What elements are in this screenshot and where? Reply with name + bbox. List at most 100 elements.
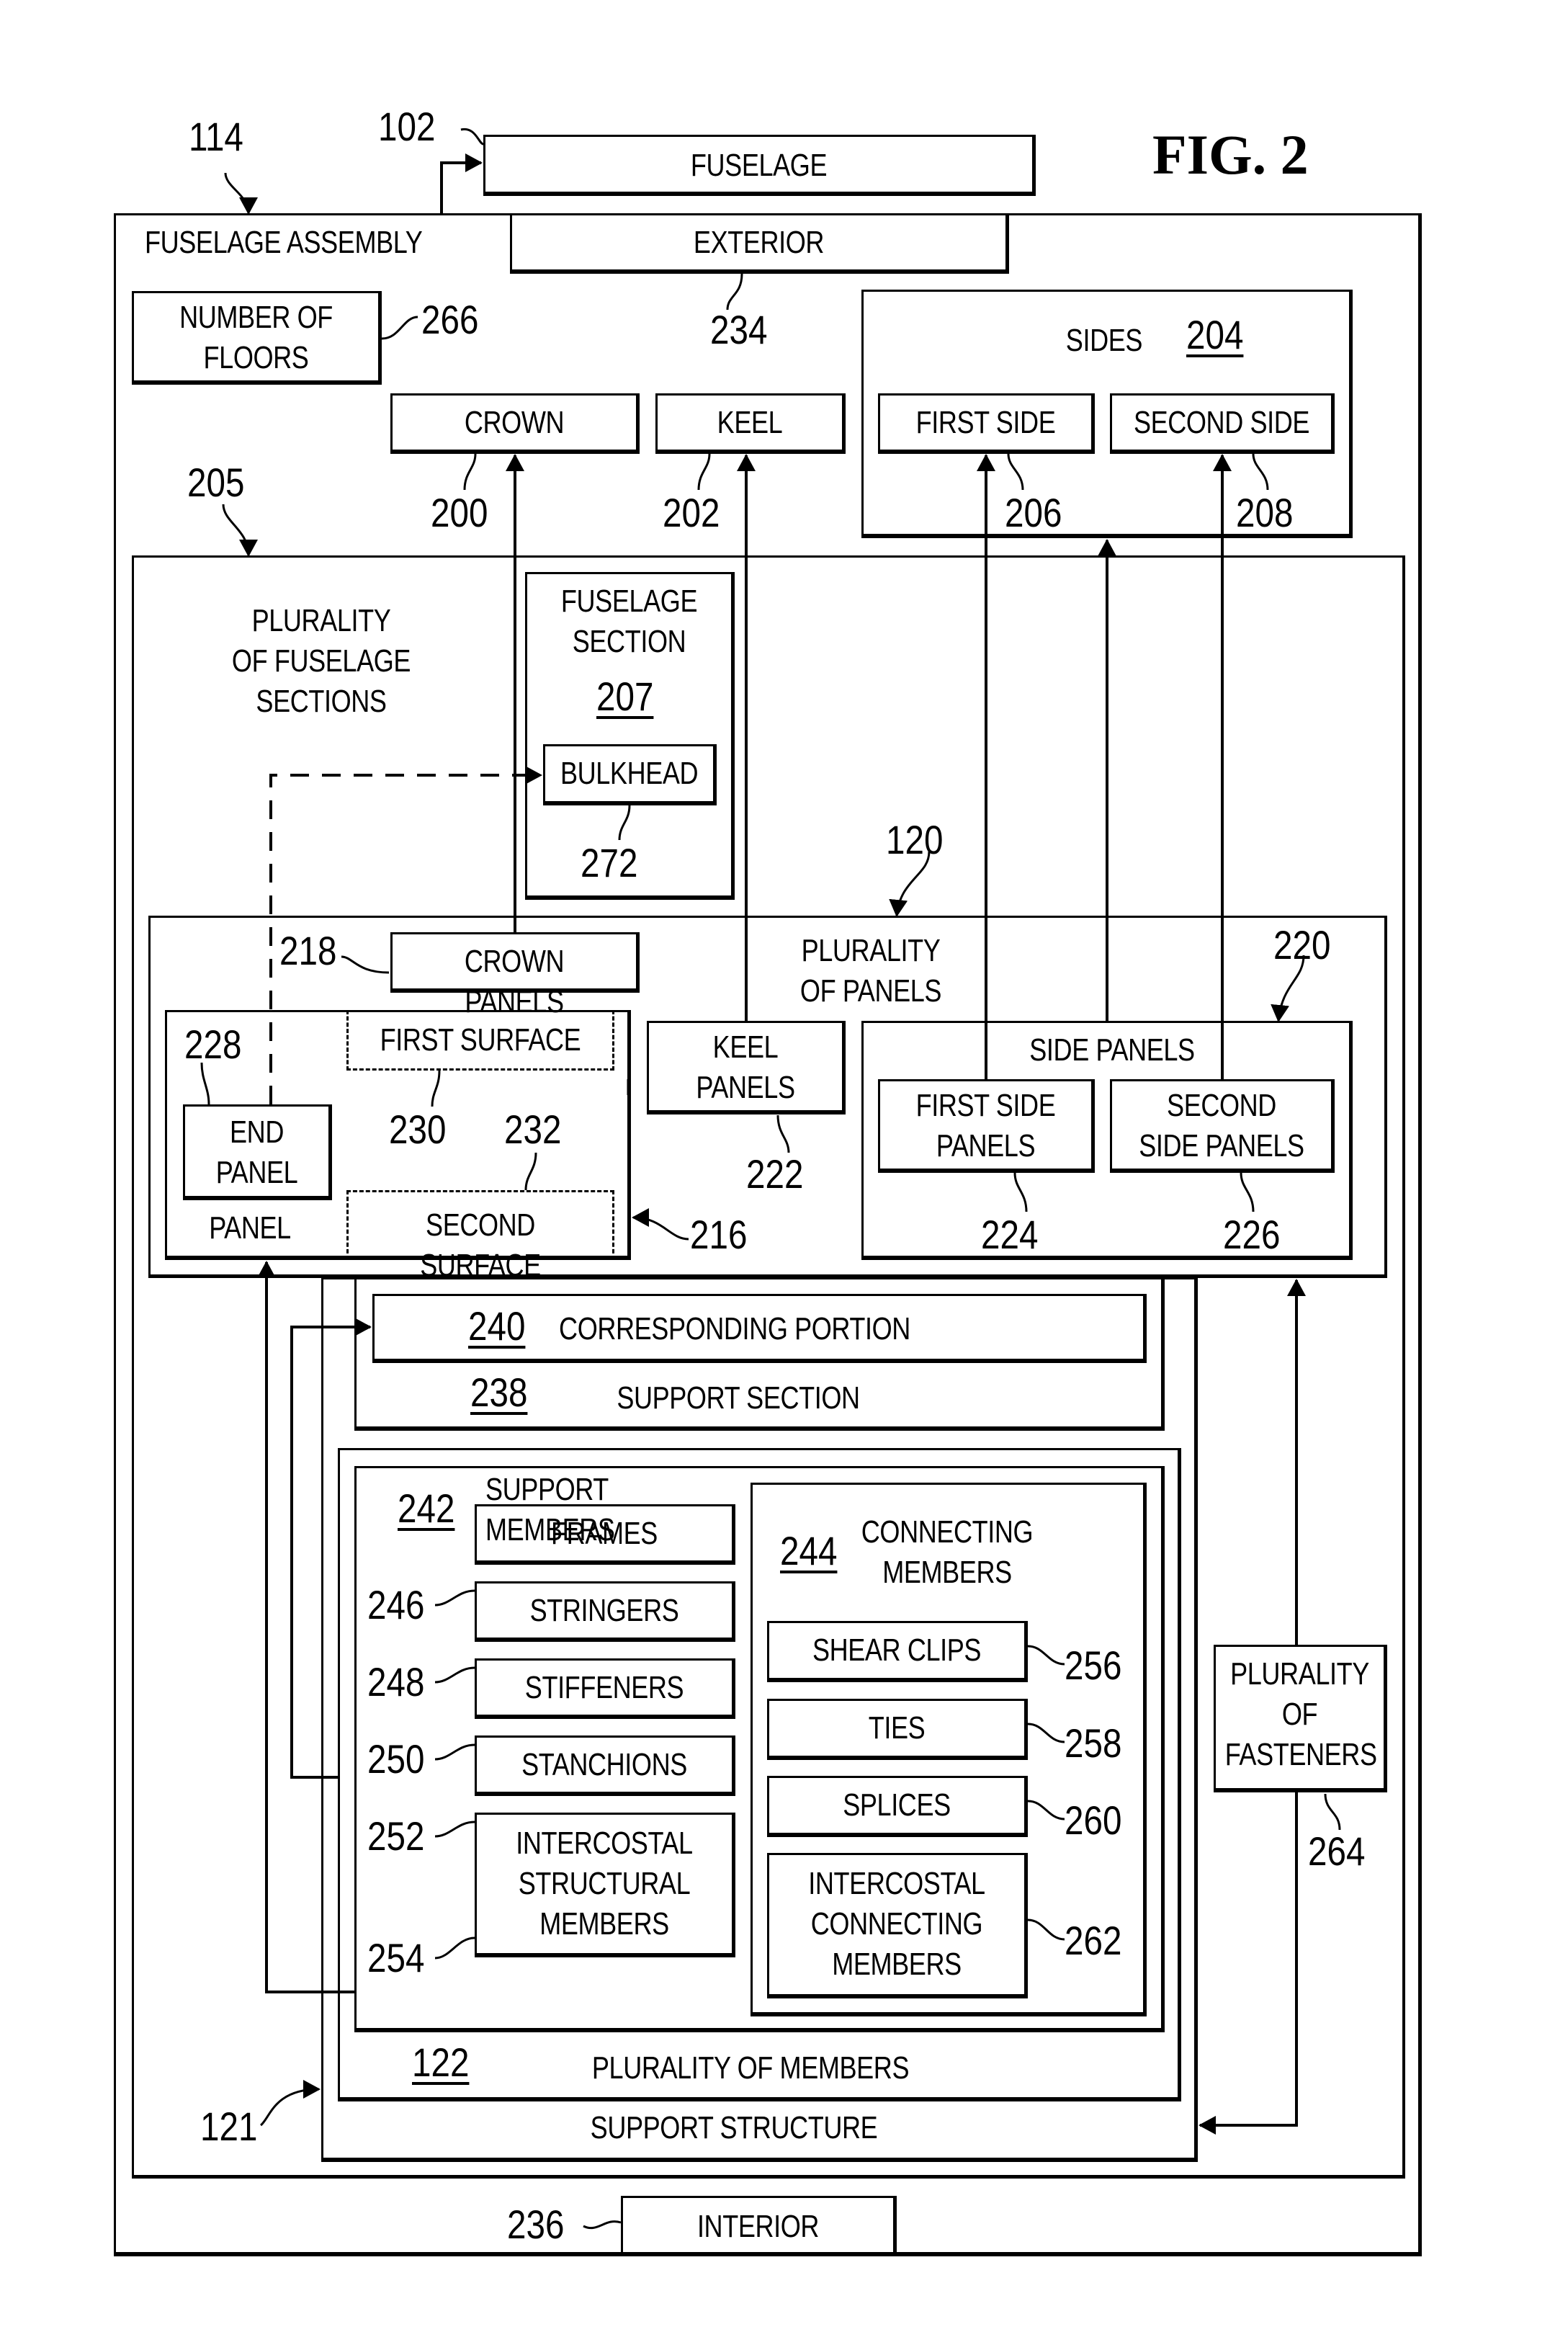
support-structure-label: SUPPORT STRUCTURE <box>590 2110 878 2145</box>
number-of-floors-label: NUMBER OF FLOORS <box>179 300 333 375</box>
stiffeners-label: STIFFENERS <box>524 1670 684 1705</box>
first-surface-box[interactable]: FIRST SURFACE <box>346 1010 614 1071</box>
shear-clips-label: SHEAR CLIPS <box>812 1632 982 1668</box>
keel-box[interactable]: KEEL <box>655 393 846 454</box>
interior-label: INTERIOR <box>696 2209 820 2244</box>
stringers-label: STRINGERS <box>529 1593 679 1628</box>
splices-label: SPLICES <box>843 1787 951 1823</box>
ref-218: 218 <box>279 928 337 973</box>
ref-242: 242 <box>398 1486 455 1531</box>
stiffeners-box[interactable]: STIFFENERS <box>475 1658 735 1719</box>
ref-248: 248 <box>367 1659 425 1705</box>
ref-204: 204 <box>1186 312 1244 357</box>
ref-222: 222 <box>746 1151 804 1197</box>
shear-clips-box[interactable]: SHEAR CLIPS <box>767 1621 1028 1682</box>
second-surface-label: SECOND SURFACE <box>420 1207 541 1283</box>
ref-228: 228 <box>184 1022 242 1067</box>
ref-120: 120 <box>886 817 944 862</box>
fuselage-assembly-label: FUSELAGE ASSEMBLY <box>145 225 423 260</box>
intercostal-structural-members-label: INTERCOSTAL STRUCTURAL MEMBERS <box>516 1826 693 1942</box>
corresponding-portion-label: CORRESPONDING PORTION <box>559 1311 910 1346</box>
ref-232: 232 <box>504 1107 562 1152</box>
exterior-box[interactable]: EXTERIOR <box>510 213 1009 274</box>
assembly-to-fuselage-arrow <box>440 153 483 213</box>
crown-box[interactable]: CROWN <box>390 393 640 454</box>
plurality-of-fasteners-box[interactable]: PLURALITY OF FASTENERS <box>1214 1645 1387 1792</box>
second-side-box[interactable]: SECOND SIDE <box>1110 393 1335 454</box>
exterior-label: EXTERIOR <box>693 225 825 260</box>
fuselage-label: FUSELAGE <box>690 148 828 183</box>
ref-102: 102 <box>378 104 436 149</box>
keel-panels-label: KEEL PANELS <box>696 1029 795 1105</box>
panel-label: PANEL <box>209 1210 291 1246</box>
ref-252: 252 <box>367 1813 425 1859</box>
stringers-box[interactable]: STRINGERS <box>475 1581 735 1642</box>
ref-226: 226 <box>1223 1212 1281 1257</box>
ref-236: 236 <box>507 2202 565 2247</box>
ref-216: 216 <box>690 1212 748 1257</box>
plurality-of-panels-label: PLURALITY OF PANELS <box>799 933 942 1009</box>
ties-box[interactable]: TIES <box>767 1699 1028 1760</box>
second-surface-box[interactable]: SECOND SURFACE <box>346 1190 614 1283</box>
ref-264: 264 <box>1308 1828 1366 1874</box>
end-panel-box[interactable]: END PANEL <box>183 1104 332 1200</box>
bulkhead-box[interactable]: BULKHEAD <box>543 744 717 805</box>
ref-230: 230 <box>389 1107 447 1152</box>
ref-266: 266 <box>421 297 479 342</box>
figure-label: FIG. 2 <box>1152 123 1309 186</box>
ref-246: 246 <box>367 1582 425 1627</box>
plurality-of-members-label: PLURALITY OF MEMBERS <box>591 2050 910 2086</box>
ref-224: 224 <box>981 1212 1039 1257</box>
ref-260: 260 <box>1065 1797 1122 1843</box>
number-of-floors-box[interactable]: NUMBER OF FLOORS <box>132 291 382 385</box>
sides-label: SIDES <box>1065 323 1143 358</box>
ref-202: 202 <box>663 490 720 535</box>
second-side-panels-box[interactable]: SECOND SIDE PANELS <box>1110 1079 1335 1173</box>
splices-box[interactable]: SPLICES <box>767 1776 1028 1837</box>
ref-238: 238 <box>470 1370 528 1415</box>
end-panel-label: END PANEL <box>215 1114 298 1190</box>
ref-121: 121 <box>200 2104 258 2149</box>
fuselage-box[interactable]: FUSELAGE <box>483 135 1036 196</box>
frames-box[interactable]: FRAMES <box>475 1504 735 1565</box>
support-section-label: SUPPORT SECTION <box>617 1380 860 1416</box>
corresponding-portion-box[interactable]: 240 CORRESPONDING PORTION <box>372 1294 1147 1363</box>
ref-206: 206 <box>1005 490 1062 535</box>
crown-label: CROWN <box>464 405 565 440</box>
intercostal-connecting-members-label: INTERCOSTAL CONNECTING MEMBERS <box>808 1866 985 1982</box>
fuselage-section-label: FUSELAGE SECTION <box>560 584 698 659</box>
plurality-of-fasteners-label: PLURALITY OF FASTENERS <box>1224 1656 1377 1772</box>
keel-panels-box[interactable]: KEEL PANELS <box>647 1021 846 1114</box>
crown-panels-box[interactable]: CROWN PANELS <box>390 932 640 1019</box>
ref-244: 244 <box>780 1528 838 1573</box>
first-side-panels-label: FIRST SIDE PANELS <box>915 1088 1056 1163</box>
connecting-members-label: CONNECTING MEMBERS <box>861 1514 1034 1590</box>
interior-box[interactable]: INTERIOR <box>621 2196 897 2256</box>
ref-114: 114 <box>189 114 243 159</box>
ref-200: 200 <box>431 490 488 535</box>
ref-240: 240 <box>468 1303 526 1349</box>
first-side-label: FIRST SIDE <box>915 405 1056 440</box>
second-side-panels-label: SECOND SIDE PANELS <box>1139 1088 1304 1163</box>
ref-250: 250 <box>367 1736 425 1782</box>
intercostal-connecting-members-box[interactable]: INTERCOSTAL CONNECTING MEMBERS <box>767 1853 1028 1998</box>
ref-234: 234 <box>710 307 768 352</box>
second-side-label: SECOND SIDE <box>1133 405 1310 440</box>
ref-258: 258 <box>1065 1720 1122 1766</box>
ref-205: 205 <box>187 460 245 505</box>
frames-label: FRAMES <box>551 1516 658 1551</box>
ref-262: 262 <box>1065 1918 1122 1963</box>
ref-122: 122 <box>412 2040 470 2085</box>
side-panels-label: SIDE PANELS <box>1029 1032 1195 1068</box>
keel-label: KEEL <box>717 405 783 440</box>
ref-220: 220 <box>1273 922 1331 968</box>
first-side-panels-box[interactable]: FIRST SIDE PANELS <box>878 1079 1095 1173</box>
stanchions-box[interactable]: STANCHIONS <box>475 1735 735 1796</box>
intercostal-structural-members-box[interactable]: INTERCOSTAL STRUCTURAL MEMBERS <box>475 1813 735 1957</box>
bulkhead-label: BULKHEAD <box>560 756 699 791</box>
stanchions-label: STANCHIONS <box>521 1747 687 1782</box>
first-side-box[interactable]: FIRST SIDE <box>878 393 1095 454</box>
ref-208: 208 <box>1236 490 1294 535</box>
ref-272: 272 <box>581 840 638 885</box>
ref-207: 207 <box>596 674 654 719</box>
